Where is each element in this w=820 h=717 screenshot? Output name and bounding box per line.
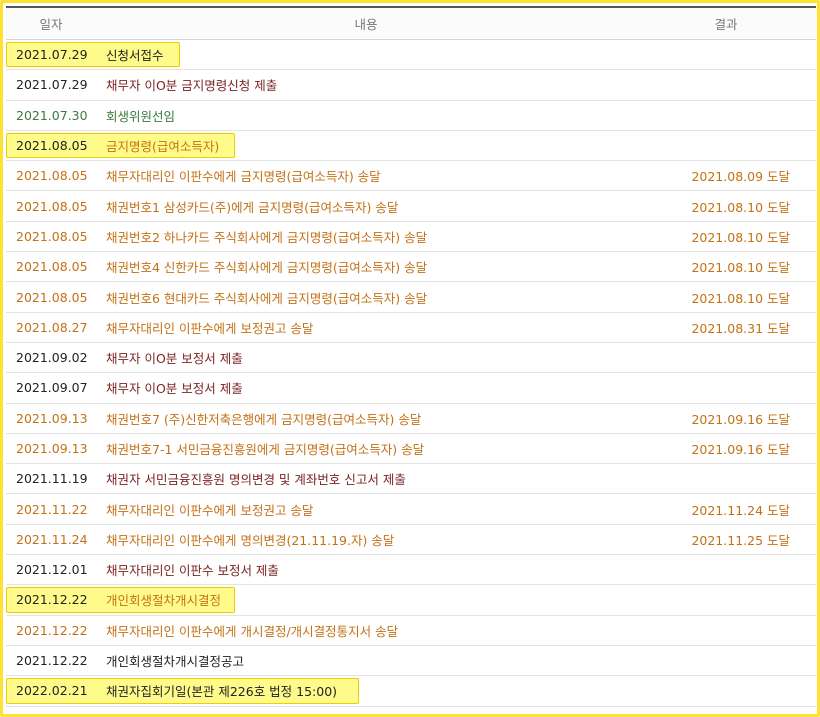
row-content: 채권자집회기일(본관 제226호 법정 15:00) [106,684,338,700]
table-row: 2021.09.13 채권번호7 (주)신한저축은행에게 금지명령(급여소득자) … [6,404,816,434]
row-content: 개인회생절차개시결정공고 [106,654,245,670]
row-date: 2022.02.21 [16,683,88,699]
row-content: 채무자 이O분 보정서 제출 [106,351,243,367]
row-date: 2021.09.13 [16,410,88,426]
row-date: 2021.08.05 [16,138,88,154]
case-progress-table: 일자 내용 결과 2021.07.29 신청서접수 2021.07.29 채무자 이O… [6,6,816,707]
row-content: 채권번호4 신한카드 주식회사에게 금지명령(급여소득자) 송달 [106,260,428,276]
row-content: 채무자 이O분 금지명령신청 제출 [106,78,278,94]
row-date: 2021.12.01 [16,562,88,578]
row-result: 2021.08.09 도달 [691,169,790,185]
row-date: 2021.08.05 [16,168,88,184]
row-content: 채무자대리인 이판수 보정서 제출 [106,563,279,579]
row-content: 채무자대리인 이판수에게 개시결정/개시결정통지서 송달 [106,623,399,639]
table-row: 2021.08.05 채권번호6 현대카드 주식회사에게 금지명령(급여소득자) … [6,282,816,313]
row-content: 채무자대리인 이판수에게 보정권고 송달 [106,502,314,518]
row-content: 금지명령(급여소득자) [106,139,220,155]
row-result: 2021.11.25 도달 [691,532,790,548]
row-content: 채권번호7-1 서민금융진흥원에게 금지명령(급여소득자) 송달 [106,442,425,457]
table-row: 2021.09.07 채무자 이O분 보정서 제출 [6,373,816,404]
row-date: 2021.08.05 [16,198,88,214]
table-row: 2021.12.22 개인회생절차개시결정 [6,585,816,616]
header-date: 일자 [39,17,63,32]
table-row: 2021.08.27 채무자대리인 이판수에게 보정권고 송달 2021.08.31… [6,313,816,343]
row-result: 2021.08.10 도달 [691,290,790,306]
table-row: 2021.09.02 채무자 이O분 보정서 제출 [6,343,816,374]
row-date: 2021.09.13 [16,441,88,456]
row-date: 2021.09.02 [16,350,88,366]
row-content: 채권자 서민금융진흥원 명의변경 및 계좌번호 신고서 제출 [106,472,406,488]
row-content: 채권번호7 (주)신한저축은행에게 금지명령(급여소득자) 송달 [106,411,422,427]
row-result: 2021.08.10 도달 [691,260,790,276]
row-content: 채권번호2 하나카드 주식회사에게 금지명령(급여소득자) 송달 [106,229,428,245]
row-content: 채권번호6 현대카드 주식회사에게 금지명령(급여소득자) 송달 [106,290,428,306]
row-result: 2021.09.16 도달 [691,411,790,427]
row-date: 2021.12.22 [16,653,88,669]
row-content: 신청서접수 [106,48,164,64]
table-row: 2021.07.30 회생위원선임 [6,101,816,131]
table-row: 2021.11.24 채무자대리인 이판수에게 명의변경(21.11.19.자) … [6,525,816,556]
table-row: 2021.11.19 채권자 서민금융진흥원 명의변경 및 계좌번호 신고서 제출 [6,464,816,495]
row-content: 채무자대리인 이판수에게 명의변경(21.11.19.자) 송달 [106,532,395,548]
row-date: 2021.07.30 [16,107,88,123]
row-content: 채무자 이O분 보정서 제출 [106,381,243,397]
row-date: 2021.08.05 [16,259,88,275]
row-result: 2021.08.10 도달 [691,199,790,215]
table-row: 2022.02.21 채권자집회기일(본관 제226호 법정 15:00) [6,676,816,707]
row-date: 2021.07.29 [16,77,88,93]
row-result: 2021.08.31 도달 [691,320,790,336]
table-body: 2021.07.29 신청서접수 2021.07.29 채무자 이O분 금지명령신청 … [6,40,816,707]
row-content: 개인회생절차개시결정 [106,593,222,609]
row-date: 2021.11.19 [16,471,88,487]
row-date: 2021.09.07 [16,380,88,396]
header-content: 내용 [354,17,378,32]
row-date: 2021.08.27 [16,319,88,335]
row-date: 2021.11.22 [16,501,88,517]
row-content: 회생위원선임 [106,108,176,124]
table-row: 2021.09.13 채권번호7-1 서민금융진흥원에게 금지명령(급여소득자) … [6,434,816,465]
row-date: 2021.11.24 [16,531,88,547]
table-row: 2021.12.22 채무자대리인 이판수에게 개시결정/개시결정통지서 송달 [6,616,816,646]
row-result: 2021.08.10 도달 [691,229,790,245]
table-row: 2021.08.05 채권번호1 삼성카드(주)에게 금지명령(급여소득자) 송달… [6,191,816,222]
table-row: 2021.07.29 채무자 이O분 금지명령신청 제출 [6,70,816,101]
table-row: 2021.12.22 개인회생절차개시결정공고 [6,646,816,677]
row-date: 2021.07.29 [16,47,88,63]
table-row: 2021.08.05 채권번호2 하나카드 주식회사에게 금지명령(급여소득자) … [6,222,816,253]
row-content: 채무자대리인 이판수에게 금지명령(급여소득자) 송달 [106,169,381,185]
row-result: 2021.11.24 도달 [691,502,790,518]
table-row: 2021.08.05 금지명령(급여소득자) [6,131,816,162]
table-row: 2021.08.05 채권번호4 신한카드 주식회사에게 금지명령(급여소득자) … [6,252,816,283]
table-row: 2021.11.22 채무자대리인 이판수에게 보정권고 송달 2021.11.24… [6,494,816,525]
header-result: 결과 [714,17,738,32]
row-date: 2021.08.05 [16,228,88,244]
row-date: 2021.12.22 [16,622,88,638]
row-date: 2021.08.05 [16,289,88,305]
table-row: 2021.07.29 신청서접수 [6,40,816,71]
row-content: 채권번호1 삼성카드(주)에게 금지명령(급여소득자) 송달 [106,199,399,215]
row-content: 채무자대리인 이판수에게 보정권고 송달 [106,320,314,336]
table-row: 2021.12.01 채무자대리인 이판수 보정서 제출 [6,555,816,586]
row-date: 2021.12.22 [16,592,88,608]
table-row: 2021.08.05 채무자대리인 이판수에게 금지명령(급여소득자) 송달 202… [6,161,816,192]
table-header: 일자 내용 결과 [6,6,816,40]
row-result: 2021.09.16 도달 [691,442,790,457]
